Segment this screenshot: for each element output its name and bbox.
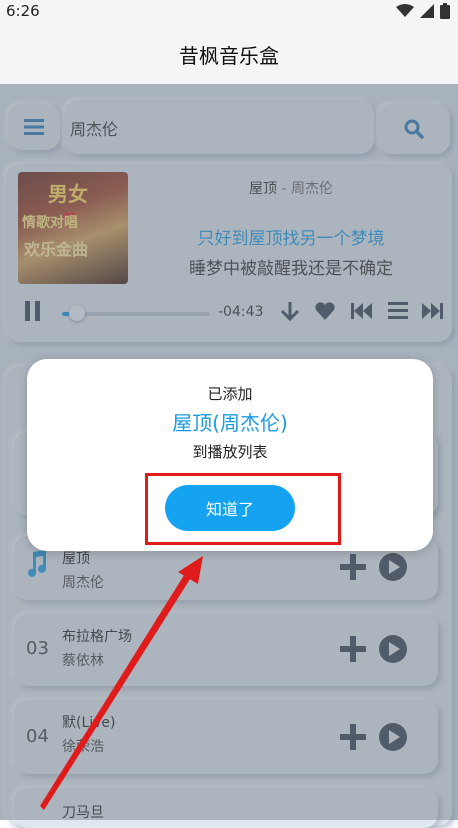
battery-icon bbox=[440, 3, 450, 19]
app-bar: 昔枫音乐盒 bbox=[0, 24, 458, 84]
status-bar: 6:26 bbox=[0, 0, 458, 24]
signal-icon bbox=[420, 4, 434, 18]
dialog-message-bottom: 到播放列表 bbox=[192, 443, 268, 461]
wifi-icon bbox=[396, 4, 414, 17]
status-time: 6:26 bbox=[6, 2, 40, 20]
dialog-song: 屋顶(周杰伦) bbox=[172, 411, 288, 435]
highlight-box bbox=[145, 473, 341, 545]
dialog-message-top: 已添加 bbox=[207, 385, 253, 403]
app-title: 昔枫音乐盒 bbox=[179, 43, 279, 68]
